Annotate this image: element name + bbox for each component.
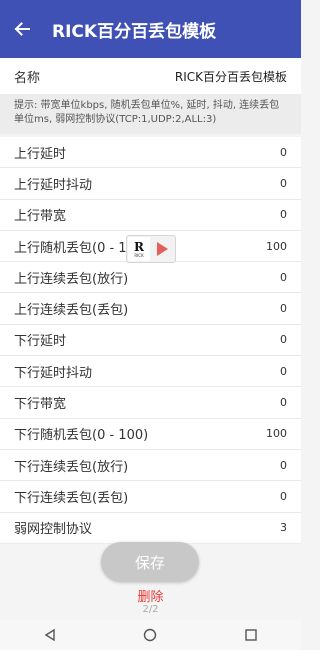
hint-text: 提示: 带宽单位kbps, 随机丢包单位%, 延时, 抖动, 连续丢包单位ms,… <box>0 94 301 134</box>
setting-label: 上行延时 <box>14 146 67 162</box>
setting-label: 下行随机丢包(0 - 100) <box>14 428 149 444</box>
setting-value[interactable]: 100 <box>266 240 287 253</box>
setting-value[interactable]: 0 <box>280 459 287 472</box>
setting-value[interactable]: 3 <box>280 521 287 534</box>
app-bar: RICK百分百丢包模板 <box>0 0 301 58</box>
nav-back-button[interactable] <box>30 620 70 650</box>
setting-label: 弱网控制协议 <box>14 522 93 538</box>
arrow-left-icon <box>14 22 30 36</box>
setting-value[interactable]: 0 <box>280 146 287 159</box>
rick-logo: R RICK <box>128 237 150 261</box>
setting-row[interactable]: 上行延时抖动 0 <box>0 168 301 200</box>
setting-row[interactable]: 下行带宽 0 <box>0 387 301 419</box>
setting-row[interactable]: 上行延时 0 <box>0 137 301 169</box>
setting-label: 下行连续丢包(丢包) <box>14 490 129 506</box>
setting-label: 上行带宽 <box>14 209 67 225</box>
back-button[interactable] <box>0 0 44 58</box>
setting-row[interactable]: 下行延时 0 <box>0 324 301 357</box>
page-title: RICK百分百丢包模板 <box>52 21 217 42</box>
setting-label: 上行延时抖动 <box>14 177 93 193</box>
setting-row[interactable]: 上行连续丢包(放行) 0 <box>0 262 301 294</box>
delete-button[interactable]: 删除 <box>0 586 301 605</box>
save-button[interactable]: 保存 <box>101 542 199 582</box>
setting-value[interactable]: 0 <box>280 208 287 221</box>
settings-list: 上行延时 0 上行延时抖动 0 上行带宽 0 上行随机丢包(0 - 1 100 上行连续… <box>0 137 301 544</box>
setting-label: 下行延时 <box>14 334 67 350</box>
setting-value[interactable]: 0 <box>280 271 287 284</box>
setting-value[interactable]: 0 <box>280 365 287 378</box>
setting-label: 下行连续丢包(放行) <box>14 459 129 475</box>
setting-label: 下行延时抖动 <box>14 365 93 381</box>
nav-recents-icon <box>245 629 257 641</box>
nav-home-button[interactable] <box>130 620 170 650</box>
nav-recents-button[interactable] <box>231 620 271 650</box>
setting-row[interactable]: 下行随机丢包(0 - 100) 100 <box>0 418 301 450</box>
setting-row[interactable]: 下行延时抖动 0 <box>0 356 301 388</box>
play-icon[interactable] <box>157 242 168 256</box>
setting-value[interactable]: 0 <box>280 302 287 315</box>
setting-row[interactable]: 上行连续丢包(丢包) 0 <box>0 293 301 325</box>
setting-value[interactable]: 0 <box>280 396 287 409</box>
name-value[interactable]: RICK百分百丢包模板 <box>175 68 287 85</box>
system-nav-bar <box>0 620 301 650</box>
setting-label: 下行带宽 <box>14 397 67 413</box>
setting-value[interactable]: 0 <box>280 333 287 346</box>
setting-value[interactable]: 100 <box>266 427 287 440</box>
page-indicator: 2/2 <box>142 604 159 615</box>
name-row[interactable]: 名称 RICK百分百丢包模板 <box>0 58 301 94</box>
nav-home-icon <box>144 628 157 642</box>
setting-label: 上行连续丢包(丢包) <box>14 303 129 319</box>
logo-caption: RICK <box>134 252 144 258</box>
setting-row[interactable]: 下行连续丢包(丢包) 0 <box>0 481 301 513</box>
name-label: 名称 <box>14 70 41 86</box>
setting-value[interactable]: 0 <box>280 490 287 503</box>
logo-letter: R <box>134 239 144 254</box>
setting-label: 上行连续丢包(放行) <box>14 271 129 287</box>
setting-row[interactable]: 下行连续丢包(放行) 0 <box>0 449 301 482</box>
floating-overlay-widget[interactable]: R RICK <box>126 235 176 263</box>
setting-value[interactable]: 0 <box>280 177 287 190</box>
setting-label: 上行随机丢包(0 - 1 <box>14 240 127 256</box>
setting-row[interactable]: 上行带宽 0 <box>0 199 301 231</box>
nav-back-icon <box>44 628 55 642</box>
